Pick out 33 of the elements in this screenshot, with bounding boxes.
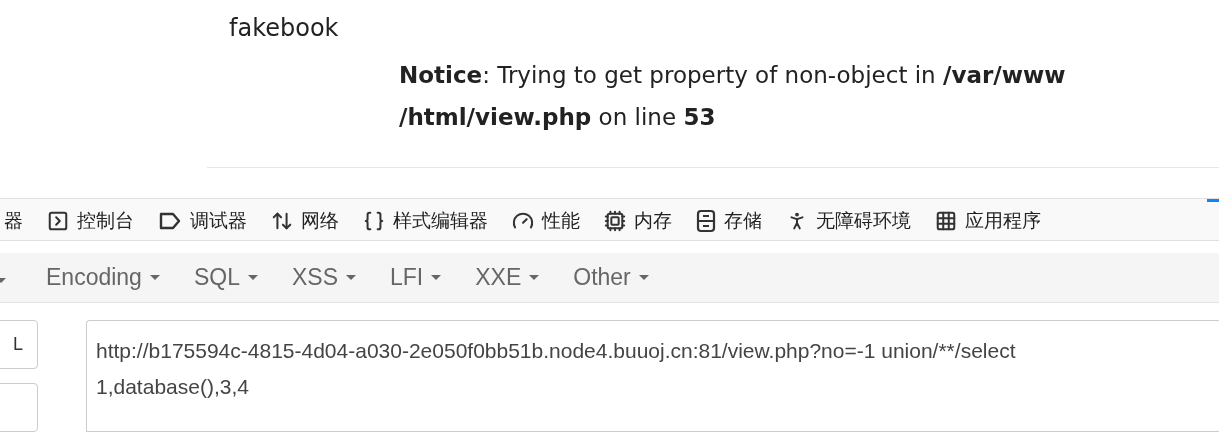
chip-icon (604, 209, 626, 232)
menu-item[interactable]: XSS (291, 263, 356, 291)
caret-icon (638, 274, 649, 280)
braces-icon (363, 209, 385, 232)
side-button[interactable]: L (0, 320, 38, 369)
caret-icon (529, 274, 540, 280)
tag-icon (158, 210, 182, 231)
console-icon (47, 209, 69, 232)
devtools-tab[interactable]: 存储 (684, 198, 774, 240)
devtools-tab[interactable]: 器 (0, 198, 35, 240)
devtools-tab[interactable]: 网络 (259, 198, 351, 240)
page-title: fakebook (229, 14, 340, 42)
notice-message: Notice: Trying to get property of non-object in /var/www /html/view.php on line 53 (399, 61, 1067, 132)
grid-icon (935, 209, 957, 232)
caret-icon (0, 277, 6, 283)
devtools-tab[interactable]: 控制台 (35, 198, 146, 240)
caret-icon (247, 274, 258, 280)
caret-icon (431, 274, 442, 280)
menu-item[interactable]: XXE (475, 263, 540, 291)
devtools-tab[interactable]: 无障碍环境 (774, 198, 923, 240)
caret-icon (346, 274, 356, 280)
devtools-tab[interactable]: 性能 (500, 198, 592, 240)
caret-icon (149, 274, 160, 280)
devtools-tab[interactable]: 样式编辑器 (351, 198, 500, 240)
menu-item[interactable]: LFI (390, 263, 442, 291)
devtools-tab[interactable]: 调试器 (146, 198, 259, 240)
url-field[interactable]: http://b175594c-4815-4d04-a030-2e050f0bb51b.node4.buuoj.cn:81/view.php?no=-1 union/**/select 1,database(),3,4 (86, 320, 1219, 432)
devtools-tab[interactable]: 应用程序 (923, 198, 1053, 240)
devtools-tab[interactable]: 内存 (592, 198, 684, 240)
menu-item[interactable]: Encoding (46, 263, 160, 291)
menu-item[interactable]: Other (573, 263, 649, 291)
menu-item[interactable]: SQL (193, 263, 258, 291)
drawer-icon (696, 208, 716, 233)
